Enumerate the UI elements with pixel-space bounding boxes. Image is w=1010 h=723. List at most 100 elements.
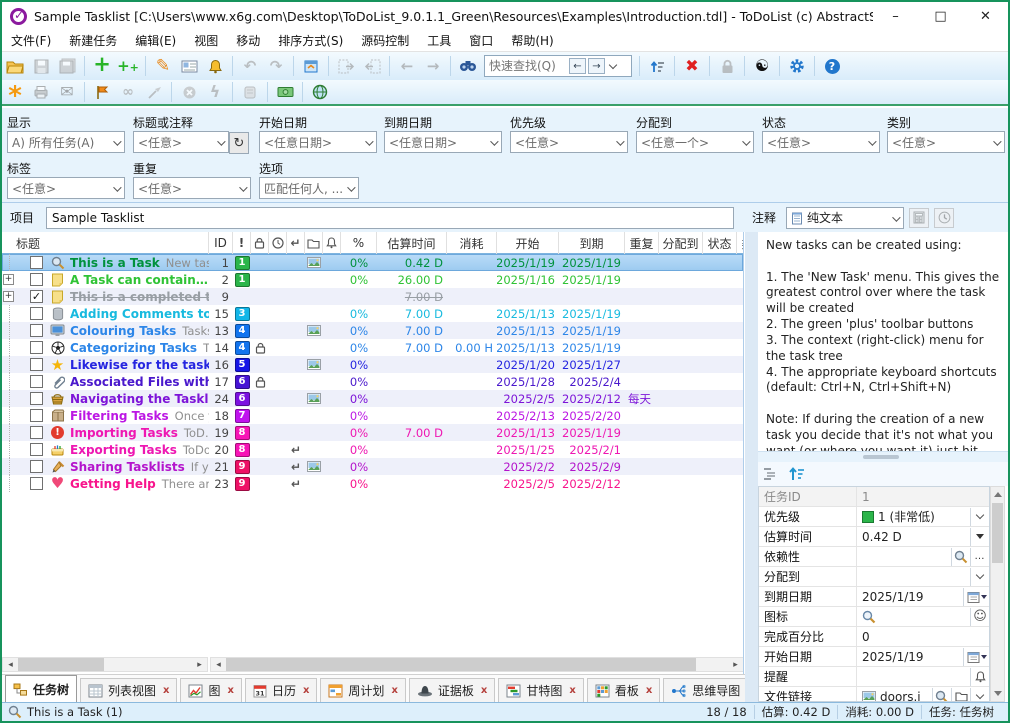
task-checkbox[interactable]: [30, 392, 43, 405]
menu-item[interactable]: 视图: [185, 30, 227, 52]
column-header-14[interactable]: 分配到: [659, 232, 703, 254]
calendar-button[interactable]: [963, 588, 989, 606]
attribute-value[interactable]: 2025/1/19: [862, 590, 924, 604]
sort-button[interactable]: [645, 55, 669, 77]
filter-select[interactable]: <任意>: [762, 131, 880, 153]
task-row[interactable]: ★ Likewise for the task's … 16 5 0% 2025…: [2, 356, 743, 373]
print-button[interactable]: [29, 81, 53, 103]
filter-select[interactable]: <任意日期>: [384, 131, 502, 153]
attribute-value[interactable]: doors.j: [880, 690, 921, 703]
task-row[interactable]: Adding Comments to T… 15 3 0% 7.00 D 202…: [2, 305, 743, 322]
refresh-button[interactable]: ↻: [229, 132, 249, 154]
reminder-button[interactable]: [970, 668, 989, 686]
task-row[interactable]: Colouring Tasks Tasks… 13 4 0% 7.00 D 20…: [2, 322, 743, 339]
dependency-search-button[interactable]: [951, 548, 970, 566]
tab-证据板[interactable]: 证据板 x: [409, 678, 495, 702]
bell-column-header[interactable]: [323, 232, 341, 254]
reminder-bell-button[interactable]: [203, 55, 227, 77]
find-prev-button[interactable]: ←: [569, 58, 586, 74]
filter-select[interactable]: <任意>: [133, 177, 251, 199]
filter-select[interactable]: <任意>: [7, 177, 125, 199]
task-row[interactable]: Exporting Tasks ToDo… 20 8 ↵ 0% 2025/1/2…: [2, 441, 743, 458]
undo-button[interactable]: ↶: [238, 55, 262, 77]
save-button[interactable]: [29, 55, 53, 77]
move-in-button[interactable]: [360, 55, 384, 77]
tab-甘特图[interactable]: 甘特图 x: [498, 678, 583, 702]
dropdown-button[interactable]: [970, 688, 989, 703]
filter-select[interactable]: <任意日期>: [259, 131, 377, 153]
quick-find-combo[interactable]: ← →: [484, 55, 632, 77]
filter-select[interactable]: <任意> ↻: [133, 131, 229, 153]
filter-select[interactable]: A) 所有任务(A): [7, 131, 125, 153]
attribute-value[interactable]: 0.42 D: [862, 530, 902, 544]
ellipsis-button[interactable]: …: [970, 548, 989, 566]
task-row[interactable]: + A Task can contain… 2 1 0% 26.00 D 202…: [2, 271, 743, 288]
tab-close-icon[interactable]: x: [646, 685, 652, 696]
tab-close-icon[interactable]: x: [163, 685, 169, 696]
column-header-13[interactable]: 重复: [625, 232, 659, 254]
new-task-button[interactable]: +: [90, 55, 114, 77]
task-row[interactable]: Associated Files with T… 17 6 0% 2025/1/…: [2, 373, 743, 390]
help-button[interactable]: ?: [820, 55, 844, 77]
column-header-10[interactable]: 消耗: [447, 232, 497, 254]
redo-button[interactable]: ↷: [264, 55, 288, 77]
open-folder-button[interactable]: [3, 55, 27, 77]
clock-column-header[interactable]: [269, 232, 287, 254]
spur-button[interactable]: *: [3, 81, 27, 103]
delete-task-button[interactable]: ✖: [680, 55, 704, 77]
filter-select[interactable]: <任意一个>: [636, 131, 754, 153]
task-row[interactable]: Sharing Tasklists If y… 21 9 ↵ 0% 2025/2…: [2, 458, 743, 475]
lock-column-header[interactable]: [251, 232, 269, 254]
lightning-button[interactable]: ϟ: [203, 81, 227, 103]
donate-button[interactable]: [273, 81, 297, 103]
task-checkbox[interactable]: [30, 307, 43, 320]
task-checkbox[interactable]: [30, 324, 43, 337]
pane-splitter[interactable]: [745, 232, 758, 702]
menu-item[interactable]: 窗口: [460, 30, 502, 52]
task-checkbox[interactable]: [30, 375, 43, 388]
maximize-view-button[interactable]: [299, 55, 323, 77]
attribute-value[interactable]: 2025/1/19: [862, 650, 924, 664]
task-row[interactable]: This is a Task New tas… 1 1 0% 0.42 D 20…: [2, 254, 743, 271]
filter-select[interactable]: <任意>: [887, 131, 1005, 153]
columns-hscrollbar[interactable]: ◂▸: [210, 657, 744, 672]
column-header-9[interactable]: 估算时间: [377, 232, 447, 254]
attr-sort-button[interactable]: [788, 466, 805, 482]
folder-column-header[interactable]: [305, 232, 323, 254]
web-button[interactable]: [308, 81, 332, 103]
attribute-value[interactable]: 0: [862, 630, 870, 644]
task-checkbox[interactable]: [30, 409, 43, 422]
menu-item[interactable]: 移动: [227, 30, 269, 52]
tab-close-icon[interactable]: x: [391, 685, 397, 696]
tab-close-icon[interactable]: x: [481, 685, 487, 696]
menu-item[interactable]: 文件(F): [2, 30, 60, 52]
tree-hscrollbar[interactable]: ◂▸: [2, 657, 208, 672]
task-checkbox[interactable]: [30, 341, 43, 354]
quick-find-input[interactable]: [489, 59, 567, 73]
task-checkbox[interactable]: [30, 477, 43, 490]
task-checkbox[interactable]: [30, 358, 43, 371]
task-row[interactable]: + ✓ This is a completed task 9 7.00 D: [2, 288, 743, 305]
column-header-12[interactable]: 到期: [559, 232, 625, 254]
comments-attributes-divider[interactable]: [758, 452, 1008, 462]
calc-grid-button[interactable]: [909, 208, 929, 228]
tab-周计划[interactable]: 周计划 x: [320, 678, 405, 702]
tab-思维导图[interactable]: 思维导图 x: [663, 678, 745, 702]
menu-item[interactable]: 编辑(E): [126, 30, 185, 52]
task-row[interactable]: Navigating the Tasklist 24 6 0% 2025/2/5…: [2, 390, 743, 407]
dropdown-button[interactable]: [970, 508, 989, 526]
email-button[interactable]: ✉: [55, 81, 79, 103]
column-header-15[interactable]: 状态: [703, 232, 737, 254]
task-comments[interactable]: New tasks can be created using: 1. The '…: [758, 232, 1008, 452]
return-column-header[interactable]: ↵: [287, 232, 305, 254]
close-button[interactable]: ✕: [963, 2, 1008, 30]
link-button[interactable]: ∞: [116, 81, 140, 103]
edit-button[interactable]: ✎: [151, 55, 175, 77]
minimize-button[interactable]: –: [873, 2, 918, 30]
task-checkbox[interactable]: [30, 273, 43, 286]
task-checkbox[interactable]: [30, 256, 43, 269]
spin-button[interactable]: [970, 528, 989, 546]
cleanup-button[interactable]: [142, 81, 166, 103]
calendar-button[interactable]: [963, 648, 989, 666]
tab-close-icon[interactable]: x: [228, 685, 234, 696]
